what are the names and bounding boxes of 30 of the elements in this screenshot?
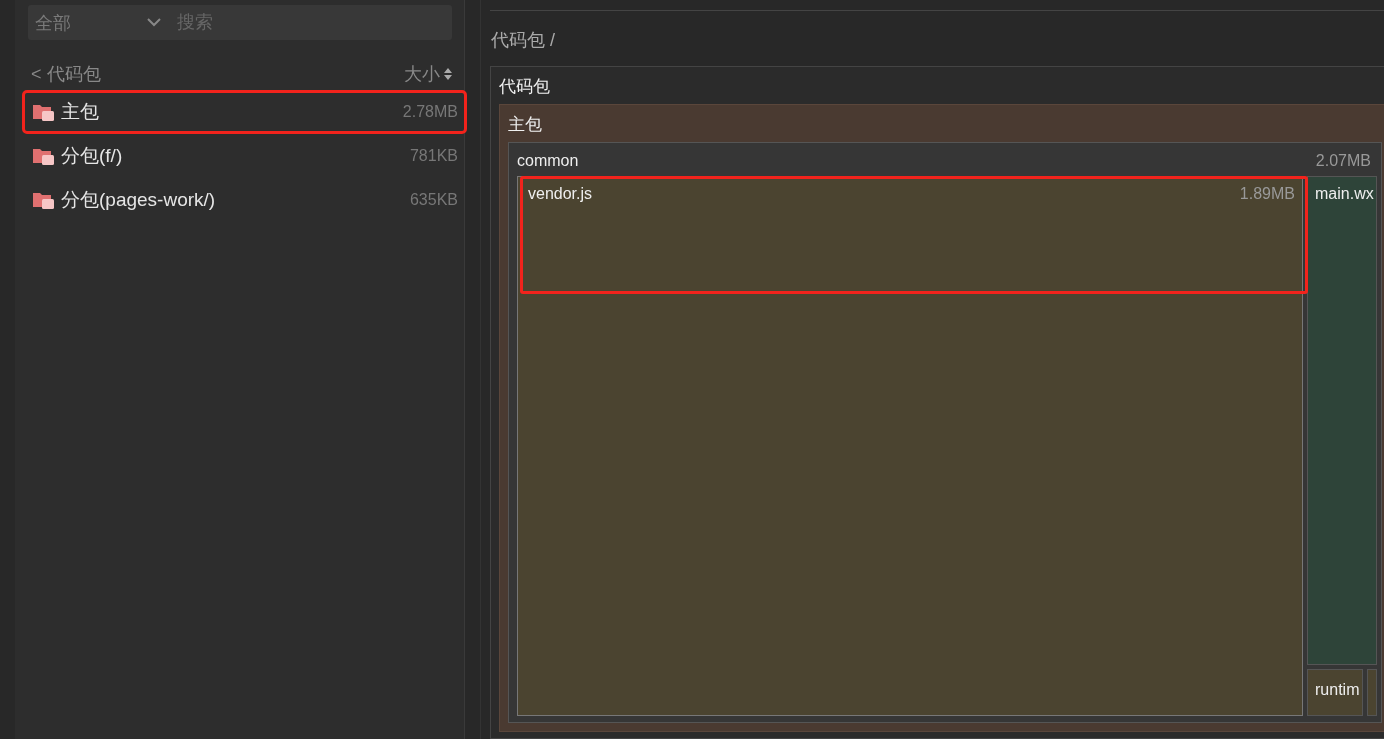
- package-name: 分包(pages-work/): [61, 188, 217, 212]
- group-size: 2.07MB: [1315, 152, 1371, 170]
- file-name: main.wx: [1315, 185, 1374, 202]
- folder-icon: [33, 191, 55, 209]
- file-name: vendor.js: [528, 185, 593, 203]
- small-file-tile[interactable]: [1367, 669, 1377, 716]
- package-name: 分包(f/): [61, 144, 124, 168]
- sort-icon: [444, 68, 452, 80]
- package-title: 主包: [508, 114, 543, 136]
- package-size: 2.78MB: [402, 103, 458, 121]
- package-size: 635KB: [409, 191, 458, 209]
- back-link[interactable]: < 代码包: [31, 62, 101, 86]
- breadcrumb[interactable]: 代码包 /: [491, 28, 1384, 52]
- chevron-down-icon: [147, 18, 161, 27]
- group-name: common: [517, 152, 579, 170]
- package-row[interactable]: 分包(pages-work/) 635KB: [22, 178, 467, 222]
- file-tile[interactable]: main.wx: [1307, 176, 1377, 665]
- treemap-title: 代码包: [499, 76, 551, 98]
- sort-label[interactable]: 大小: [404, 62, 440, 86]
- package-tile[interactable]: 主包 common 2.07MB vendor.js 1.89MB main.wx runtim: [499, 104, 1384, 732]
- folder-icon: [33, 147, 55, 165]
- file-size: 1.89MB: [1239, 185, 1295, 203]
- folder-icon: [33, 103, 55, 121]
- group-tile[interactable]: common 2.07MB vendor.js 1.89MB main.wx runtim: [508, 142, 1382, 723]
- highlighted-package-row[interactable]: 主包 2.78MB: [22, 90, 467, 134]
- file-name: runtim: [1315, 681, 1360, 698]
- package-size: 781KB: [409, 147, 458, 165]
- package-name: 主包: [61, 100, 100, 124]
- package-row[interactable]: 分包(f/) 781KB: [22, 134, 467, 178]
- file-tile[interactable]: runtim: [1307, 669, 1363, 716]
